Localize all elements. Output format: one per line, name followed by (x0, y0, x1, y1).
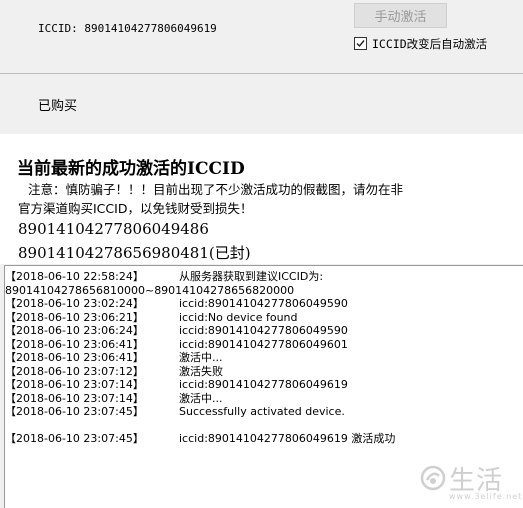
warning-text: 注意：慎防骗子！！！目前出现了不少激活成功的假截图，请勿在非 (28, 182, 404, 197)
log-message: iccid:89014104277806049619 (179, 378, 348, 391)
log-time: 【2018-06-10 23:07:45】 (5, 405, 144, 418)
log-message: iccid:89014104277806049590 (179, 324, 348, 337)
info-panel: 当前最新的成功激活的ICCID 注意：慎防骗子！！！目前出现了不少激活成功的假截… (0, 134, 523, 264)
section-title: 当前最新的成功激活的ICCID (17, 159, 245, 179)
log-panel[interactable]: 【2018-06-10 22:58:24】 从服务器获取到建议ICCID为: 890… (4, 265, 523, 508)
log-time: 【2018-06-10 23:06:24】 (5, 324, 144, 337)
checkmark-icon (356, 40, 365, 48)
log-message: Successfully activated device. (179, 405, 345, 418)
log-time: 【2018-06-10 23:02:24】 (5, 297, 144, 310)
log-time: 【2018-06-10 23:06:41】 (5, 351, 144, 364)
log-time: 【2018-06-10 23:06:21】 (5, 310, 144, 324)
log-message: iccid:No device found (179, 310, 298, 324)
iccid-sealed: 89014104278656980481(已封) (18, 244, 251, 262)
log-time: 【2018-06-10 23:07:14】 (5, 391, 144, 405)
purchased-section: 已购买 (0, 74, 523, 134)
iccid-label: ICCID: 89014104277806049619 (38, 22, 217, 35)
log-time: 【2018-06-10 23:07:12】 (5, 364, 144, 378)
log-time: 89014104278656810000~8901410427865682000… (5, 283, 295, 297)
log-message: 激活中... (179, 351, 223, 364)
auto-activate-checkbox[interactable] (354, 37, 367, 50)
log-time: 【2018-06-10 23:07:14】 (5, 378, 144, 391)
log-message: iccid:89014104277806049590 (179, 297, 348, 310)
iccid-current: 89014104277806049486 (18, 220, 209, 238)
log-message: 从服务器获取到建议ICCID为: (179, 270, 324, 283)
purchased-label: 已购买 (38, 99, 78, 114)
top-panel: ICCID: 89014104277806049619 手动激活 ICCID改变… (0, 0, 523, 74)
log-message: iccid:89014104277806049619 激活成功 (179, 432, 396, 445)
log-message: 激活中... (179, 391, 223, 405)
log-time: 【2018-06-10 23:06:41】 (5, 337, 144, 351)
log-time: 【2018-06-10 22:58:24】 (5, 270, 144, 283)
watermark-logo-icon (420, 465, 446, 491)
log-message: 激活失败 (179, 364, 223, 378)
auto-activate-label: ICCID改变后自动激活 (372, 37, 488, 51)
watermark-url: www.3elife.net (449, 492, 523, 501)
log-time: 【2018-06-10 23:07:45】 (5, 432, 144, 445)
watermark: 生活 www.3elife.net (419, 462, 521, 502)
manual-activate-button[interactable]: 手动激活 (354, 3, 447, 28)
warning-text: 官方渠道购买ICCID，以免钱财受到损失！ (18, 201, 253, 216)
log-message: iccid:89014104277806049601 (179, 337, 348, 351)
